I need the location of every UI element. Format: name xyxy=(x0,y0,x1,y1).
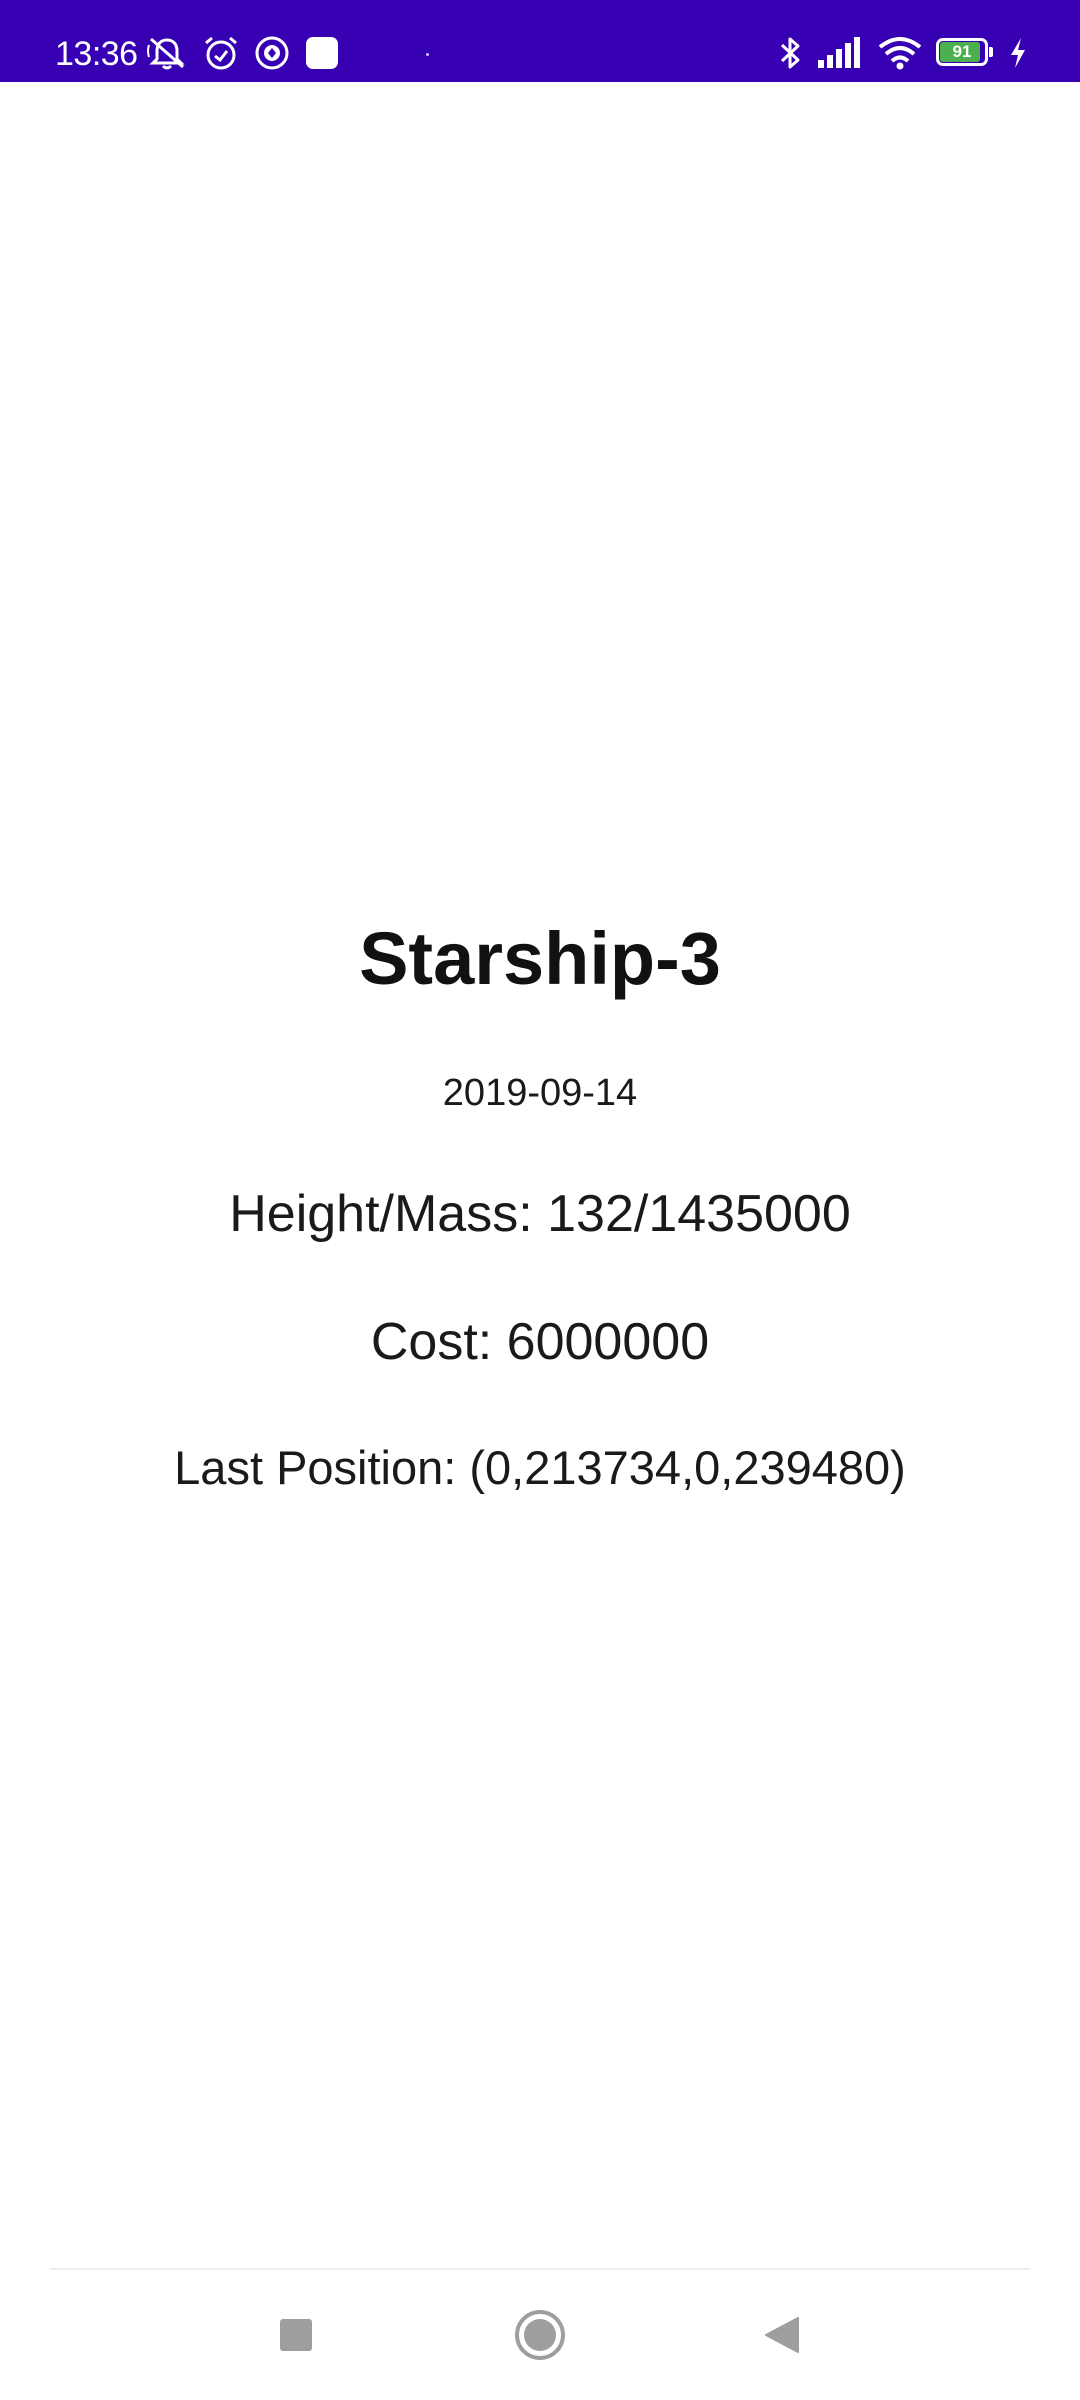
starship-detail: Starship-3 2019-09-14 Height/Mass: 132/1… xyxy=(0,0,1080,2400)
nav-bar-divider xyxy=(50,2268,1030,2270)
back-button[interactable] xyxy=(742,2300,822,2370)
last-position-text: Last Position: (0,213734,0,239480) xyxy=(174,1441,906,1494)
cost-text: Cost: 6000000 xyxy=(370,1313,710,1371)
starship-name: Starship-3 xyxy=(359,917,721,1000)
launch-date: 2019-09-14 xyxy=(442,1072,638,1114)
circle-icon xyxy=(513,2308,567,2362)
square-icon xyxy=(278,2317,314,2353)
recent-apps-button[interactable] xyxy=(256,2300,336,2370)
height-mass-text: Height/Mass: 132/1435000 xyxy=(229,1185,851,1243)
home-button[interactable] xyxy=(500,2300,580,2370)
triangle-back-icon xyxy=(762,2315,802,2355)
